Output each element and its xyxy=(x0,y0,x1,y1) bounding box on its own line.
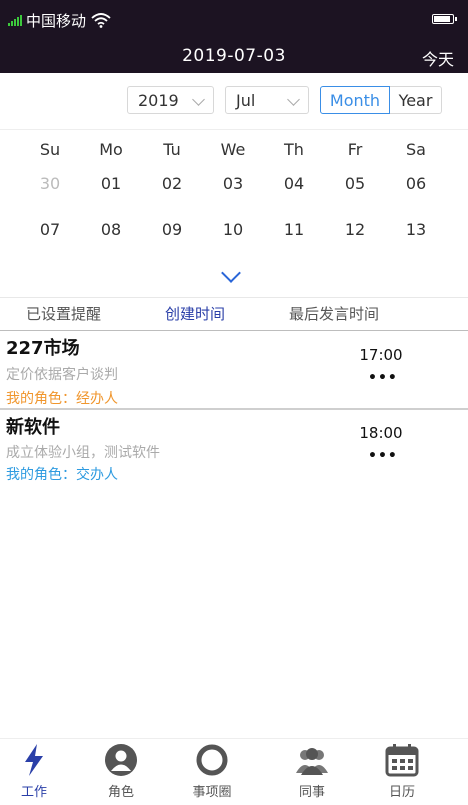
divider xyxy=(0,408,468,410)
item-time: 18:00 xyxy=(359,424,403,442)
status-bar: 中国移动 xyxy=(8,10,112,30)
tab-label: 同事 xyxy=(298,785,325,800)
tab-matters[interactable]: 事项圈 xyxy=(172,743,252,800)
weekday-label: Fr xyxy=(347,140,363,159)
weekday-label: Tu xyxy=(163,140,181,159)
tab-calendar[interactable]: 日历 xyxy=(362,743,442,800)
wifi-icon xyxy=(91,13,111,28)
tab-label: 工作 xyxy=(20,785,47,800)
chevron-down-icon xyxy=(287,93,300,106)
item-role: 我的角色：经办人 xyxy=(6,391,118,407)
today-button[interactable]: 今天 xyxy=(422,46,454,70)
battery-icon xyxy=(432,14,457,24)
calendar-week-row: 30 01 02 03 04 05 06 xyxy=(0,174,468,198)
weekday-label: Th xyxy=(284,140,304,159)
weekday-header: Su Mo Tu We Th Fr Sa xyxy=(0,140,468,164)
calendar-day[interactable]: 01 xyxy=(81,174,141,193)
more-icon[interactable]: ••• xyxy=(368,370,397,386)
bottom-tab-bar: 工作 角色 事项圈 同事 日历 xyxy=(0,738,468,805)
lightning-icon xyxy=(25,744,43,776)
person-icon xyxy=(105,744,137,776)
month-value: Jul xyxy=(236,90,256,110)
list-item[interactable]: 227市场 定价依据客户谈判 我的角色：经办人 17:00 ••• xyxy=(0,334,468,408)
calendar-day[interactable]: 13 xyxy=(386,220,446,239)
item-description: 成立体验小组，测试软件 xyxy=(6,445,160,461)
calendar-day[interactable]: 12 xyxy=(325,220,385,239)
divider xyxy=(0,129,468,130)
tab-created-time[interactable]: 创建时间 xyxy=(165,303,225,324)
calendar-day[interactable]: 09 xyxy=(142,220,202,239)
tab-work[interactable]: 工作 xyxy=(0,743,74,800)
tab-reminder-set[interactable]: 已设置提醒 xyxy=(26,303,101,324)
year-select[interactable]: 2019 xyxy=(127,86,214,114)
tab-label: 角色 xyxy=(107,785,134,800)
ring-icon xyxy=(196,744,228,776)
carrier-name: 中国移动 xyxy=(26,11,87,30)
item-title: 新软件 xyxy=(6,417,60,438)
tab-label: 事项圈 xyxy=(192,785,232,800)
status-header: 中国移动 2019-07-03 今天 xyxy=(0,0,468,73)
calendar-day[interactable]: 30 xyxy=(20,174,80,193)
calendar-week-row: 07 08 09 10 11 12 13 xyxy=(0,220,468,244)
weekday-label: Su xyxy=(39,140,61,159)
tab-label: 日历 xyxy=(388,785,415,800)
item-role: 我的角色：交办人 xyxy=(6,467,118,483)
more-icon[interactable]: ••• xyxy=(368,448,397,464)
item-time: 17:00 xyxy=(359,346,403,364)
calendar-day[interactable]: 06 xyxy=(386,174,446,193)
calendar-day[interactable]: 02 xyxy=(142,174,202,193)
list-item[interactable]: 新软件 成立体验小组，测试软件 我的角色：交办人 18:00 ••• xyxy=(0,413,468,487)
chevron-down-icon xyxy=(192,93,205,106)
year-value: 2019 xyxy=(138,90,179,110)
item-title: 227市场 xyxy=(6,338,80,359)
calendar-day[interactable]: 05 xyxy=(325,174,385,193)
weekday-label: We xyxy=(220,140,246,159)
current-date: 2019-07-03 xyxy=(182,46,286,66)
calendar-day[interactable]: 07 xyxy=(20,220,80,239)
weekday-label: Sa xyxy=(406,140,426,159)
colleagues-icon xyxy=(296,748,328,775)
tab-role[interactable]: 角色 xyxy=(81,743,161,800)
calendar-day[interactable]: 08 xyxy=(81,220,141,239)
month-select[interactable]: Jul xyxy=(225,86,309,114)
calendar-day[interactable]: 04 xyxy=(264,174,324,193)
chevron-down-icon[interactable] xyxy=(221,263,241,283)
month-view-button[interactable]: Month xyxy=(320,86,390,114)
calendar-day[interactable]: 11 xyxy=(264,220,324,239)
tab-last-message-time[interactable]: 最后发言时间 xyxy=(289,303,379,324)
weekday-label: Mo xyxy=(99,140,123,159)
calendar-icon xyxy=(385,744,419,777)
year-view-button[interactable]: Year xyxy=(390,86,442,114)
sort-tabs: 已设置提醒 创建时间 最后发言时间 xyxy=(0,297,468,331)
calendar-day[interactable]: 10 xyxy=(203,220,263,239)
tab-colleagues[interactable]: 同事 xyxy=(272,743,352,800)
calendar-day[interactable]: 03 xyxy=(203,174,263,193)
signal-icon xyxy=(8,14,22,26)
calendar-controls: 2019 Jul Month Year xyxy=(0,86,468,116)
item-description: 定价依据客户谈判 xyxy=(6,367,118,383)
